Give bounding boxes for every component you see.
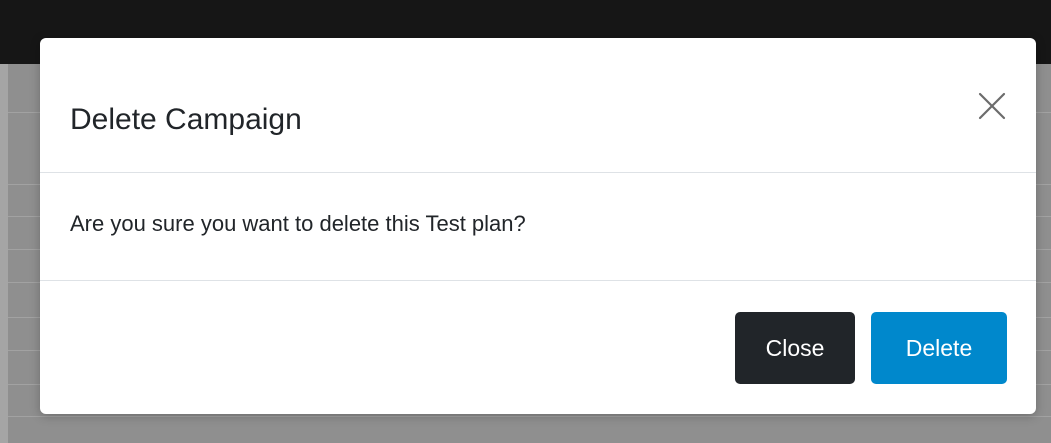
close-button[interactable]: Close [735, 312, 855, 384]
confirmation-message: Are you sure you want to delete this Tes… [70, 211, 526, 236]
delete-button[interactable]: Delete [871, 312, 1007, 384]
close-icon[interactable] [974, 88, 1010, 124]
modal-header: Delete Campaign [40, 38, 1036, 173]
modal-title: Delete Campaign [70, 103, 302, 136]
background-row-divider [0, 416, 1051, 417]
modal-body: Are you sure you want to delete this Tes… [40, 173, 1036, 281]
delete-campaign-dialog: Delete Campaign Are you sure you want to… [40, 38, 1036, 414]
close-icon-glyph [978, 92, 1006, 120]
background-left-edge [0, 64, 8, 443]
modal-footer: Close Delete [40, 281, 1036, 414]
page: Delete Campaign Are you sure you want to… [0, 0, 1051, 443]
